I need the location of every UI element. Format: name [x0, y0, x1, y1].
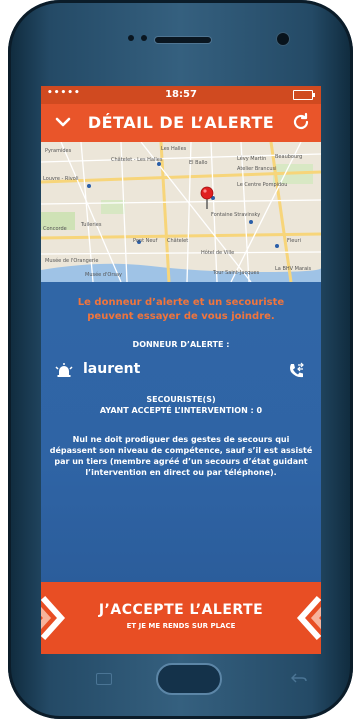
map-label: Pyramides [45, 148, 72, 154]
map-label: Lévy Martin [237, 156, 267, 162]
contact-warning: Le donneur d’alerte et un secouriste peu… [77, 297, 285, 322]
accept-alert-button[interactable]: J’ACCEPTE L’ALERTE ET JE ME RENDS SUR PL… [41, 582, 321, 654]
accept-alert-label: J’ACCEPTE L’ALERTE [98, 602, 264, 618]
battery-icon [293, 90, 315, 100]
map-label: Musée de l'Orangerie [45, 258, 99, 264]
map-label: Fontaine Stravinsky [211, 212, 261, 218]
map-label: Le Centre Pompidou [237, 182, 288, 188]
map-label: Musée d'Orsay [85, 272, 122, 278]
donneur-label: DONNEUR D’ALERTE : [132, 340, 230, 349]
secouristes-count: SECOURISTE(S) AYANT ACCEPTÉ L’INTERVENTI… [41, 394, 321, 416]
map-label: Concorde [43, 226, 67, 232]
secouristes-accepted: AYANT ACCEPTÉ L’INTERVENTION : 0 [99, 406, 263, 415]
status-bar: ••••• 18:57 [41, 86, 321, 104]
phone-screen: ••••• 18:57 DÉTAIL DE L’ALERTE Pyramides… [41, 86, 321, 654]
app-bar: DÉTAIL DE L’ALERTE [41, 104, 321, 142]
map-label: Les Halles [161, 146, 187, 152]
map-label: Atelier Brancusi [237, 166, 277, 172]
home-button[interactable] [156, 663, 222, 695]
alert-details: Le donneur d’alerte et un secouriste peu… [41, 282, 321, 582]
sensor-dot [141, 35, 147, 41]
phone-callback-icon[interactable] [287, 362, 305, 380]
map-label: Fleuri [287, 238, 301, 244]
donneur-name: laurent [83, 361, 141, 377]
sensor-dot [128, 35, 134, 41]
map-label: Châtelet [167, 238, 189, 244]
location-pin-icon [200, 186, 214, 209]
recents-key[interactable] [96, 673, 112, 685]
secouristes-label: SECOURISTE(S) [146, 395, 216, 404]
map-label: Châtelet - Les Halles [111, 157, 163, 163]
front-camera [276, 32, 290, 46]
status-time: 18:57 [165, 89, 197, 100]
chevron-left-icon [296, 595, 321, 641]
earpiece-speaker [154, 36, 212, 44]
accept-alert-sublabel: ET JE ME RENDS SUR PLACE [126, 622, 236, 630]
alarm-bell-icon [55, 363, 73, 377]
back-key-icon[interactable] [290, 672, 308, 684]
map-label: El Ballo [189, 160, 208, 166]
refresh-icon[interactable] [291, 112, 311, 132]
map-label: Louvre - Rivoli [43, 176, 79, 182]
page-title: DÉTAIL DE L’ALERTE [87, 113, 275, 132]
map-label: Tuileries [81, 222, 102, 228]
map-label: Hôtel de Ville [201, 250, 235, 256]
map-label: La BHV Marais [275, 266, 312, 272]
donneur-row: laurent [41, 358, 321, 382]
legal-notice: Nul ne doit prodiguer des gestes de seco… [49, 435, 313, 477]
map-label: Beaubourg [275, 154, 303, 160]
map-label: Tour Saint-Jacques [213, 270, 260, 276]
map-label: Pont Neuf [133, 238, 158, 244]
alert-location-map[interactable]: Pyramides Les Halles Châtelet - Les Hall… [41, 142, 321, 282]
